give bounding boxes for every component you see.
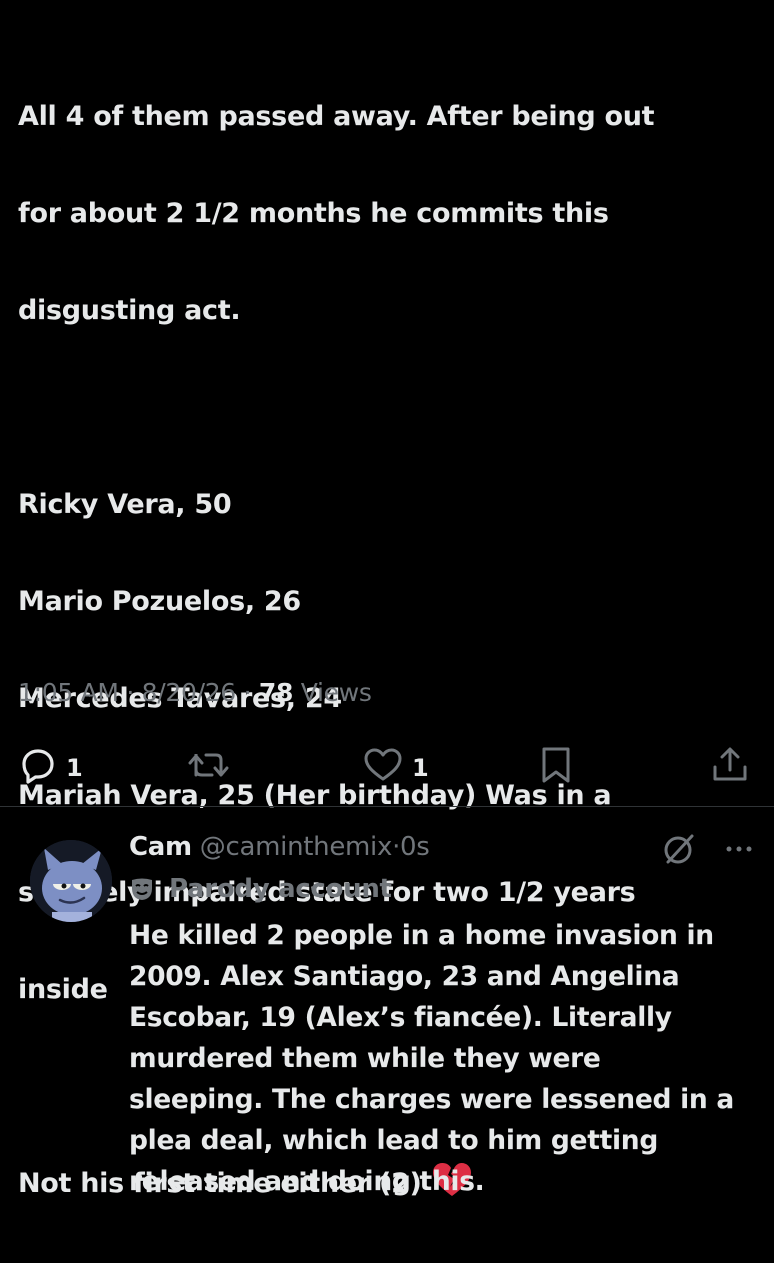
reply-icon (18, 745, 58, 791)
share-icon (710, 745, 750, 791)
reply-header: Cam @caminthemix·0s (129, 832, 430, 862)
more-options-icon[interactable] (724, 843, 754, 855)
parody-label: Parody account (129, 874, 392, 904)
reply-line: Escobar, 19 (Alex’s fiancée). Literally (129, 1002, 672, 1033)
parody-account-label: Parody account (169, 874, 392, 904)
reply-button[interactable]: 1 (18, 745, 83, 791)
post-meta: 1:05 AM · 8/20/26 · 78 Views (18, 678, 372, 707)
views-label: Views (300, 678, 372, 707)
reply-line: released and doing this. (129, 1166, 485, 1197)
post-line: for about 2 1/2 months he commits this (18, 197, 609, 229)
like-button[interactable]: 1 (362, 745, 429, 791)
post-time: 1:05 AM (18, 678, 119, 707)
reply-icons (662, 832, 754, 866)
avatar[interactable] (30, 840, 112, 922)
reply-count: 1 (66, 754, 83, 782)
views-count: 78 (258, 678, 294, 707)
post-line: disgusting act. (18, 294, 241, 326)
bookmark-button[interactable] (538, 745, 574, 791)
reply-line: sleeping. The charges were lessened in a (129, 1084, 734, 1115)
meta-separator: · (126, 678, 134, 707)
reply-line: He killed 2 people in a home invasion in (129, 920, 714, 951)
repost-button[interactable] (186, 745, 232, 791)
reply-time: 0s (400, 832, 430, 862)
post-line (18, 384, 758, 433)
post-line: All 4 of them passed away. After being o… (18, 100, 655, 132)
meta-separator: · (392, 832, 401, 862)
action-bar: 1 1 (18, 745, 756, 789)
like-count: 1 (412, 754, 429, 782)
heart-icon (362, 745, 404, 791)
divider (0, 806, 774, 807)
reply-text: He killed 2 people in a home invasion in… (129, 915, 759, 1202)
repost-icon (186, 745, 232, 791)
bookmark-icon (538, 745, 574, 791)
reply-line: 2009. Alex Santiago, 23 and Angelina (129, 961, 680, 992)
post-line: Mario Pozuelos, 26 (18, 585, 301, 617)
reply-line: plea deal, which lead to him getting (129, 1125, 658, 1156)
meta-separator: · (243, 678, 252, 707)
post-date: 8/20/26 (141, 678, 237, 707)
reply-line: murdered them while they were (129, 1043, 601, 1074)
theater-mask-icon (129, 876, 155, 902)
share-button[interactable] (710, 745, 750, 791)
grok-icon[interactable] (662, 832, 696, 866)
post-line: Ricky Vera, 50 (18, 488, 232, 520)
reply-author-handle[interactable]: @caminthemix (200, 832, 393, 862)
reply-author-name[interactable]: Cam (129, 832, 192, 862)
